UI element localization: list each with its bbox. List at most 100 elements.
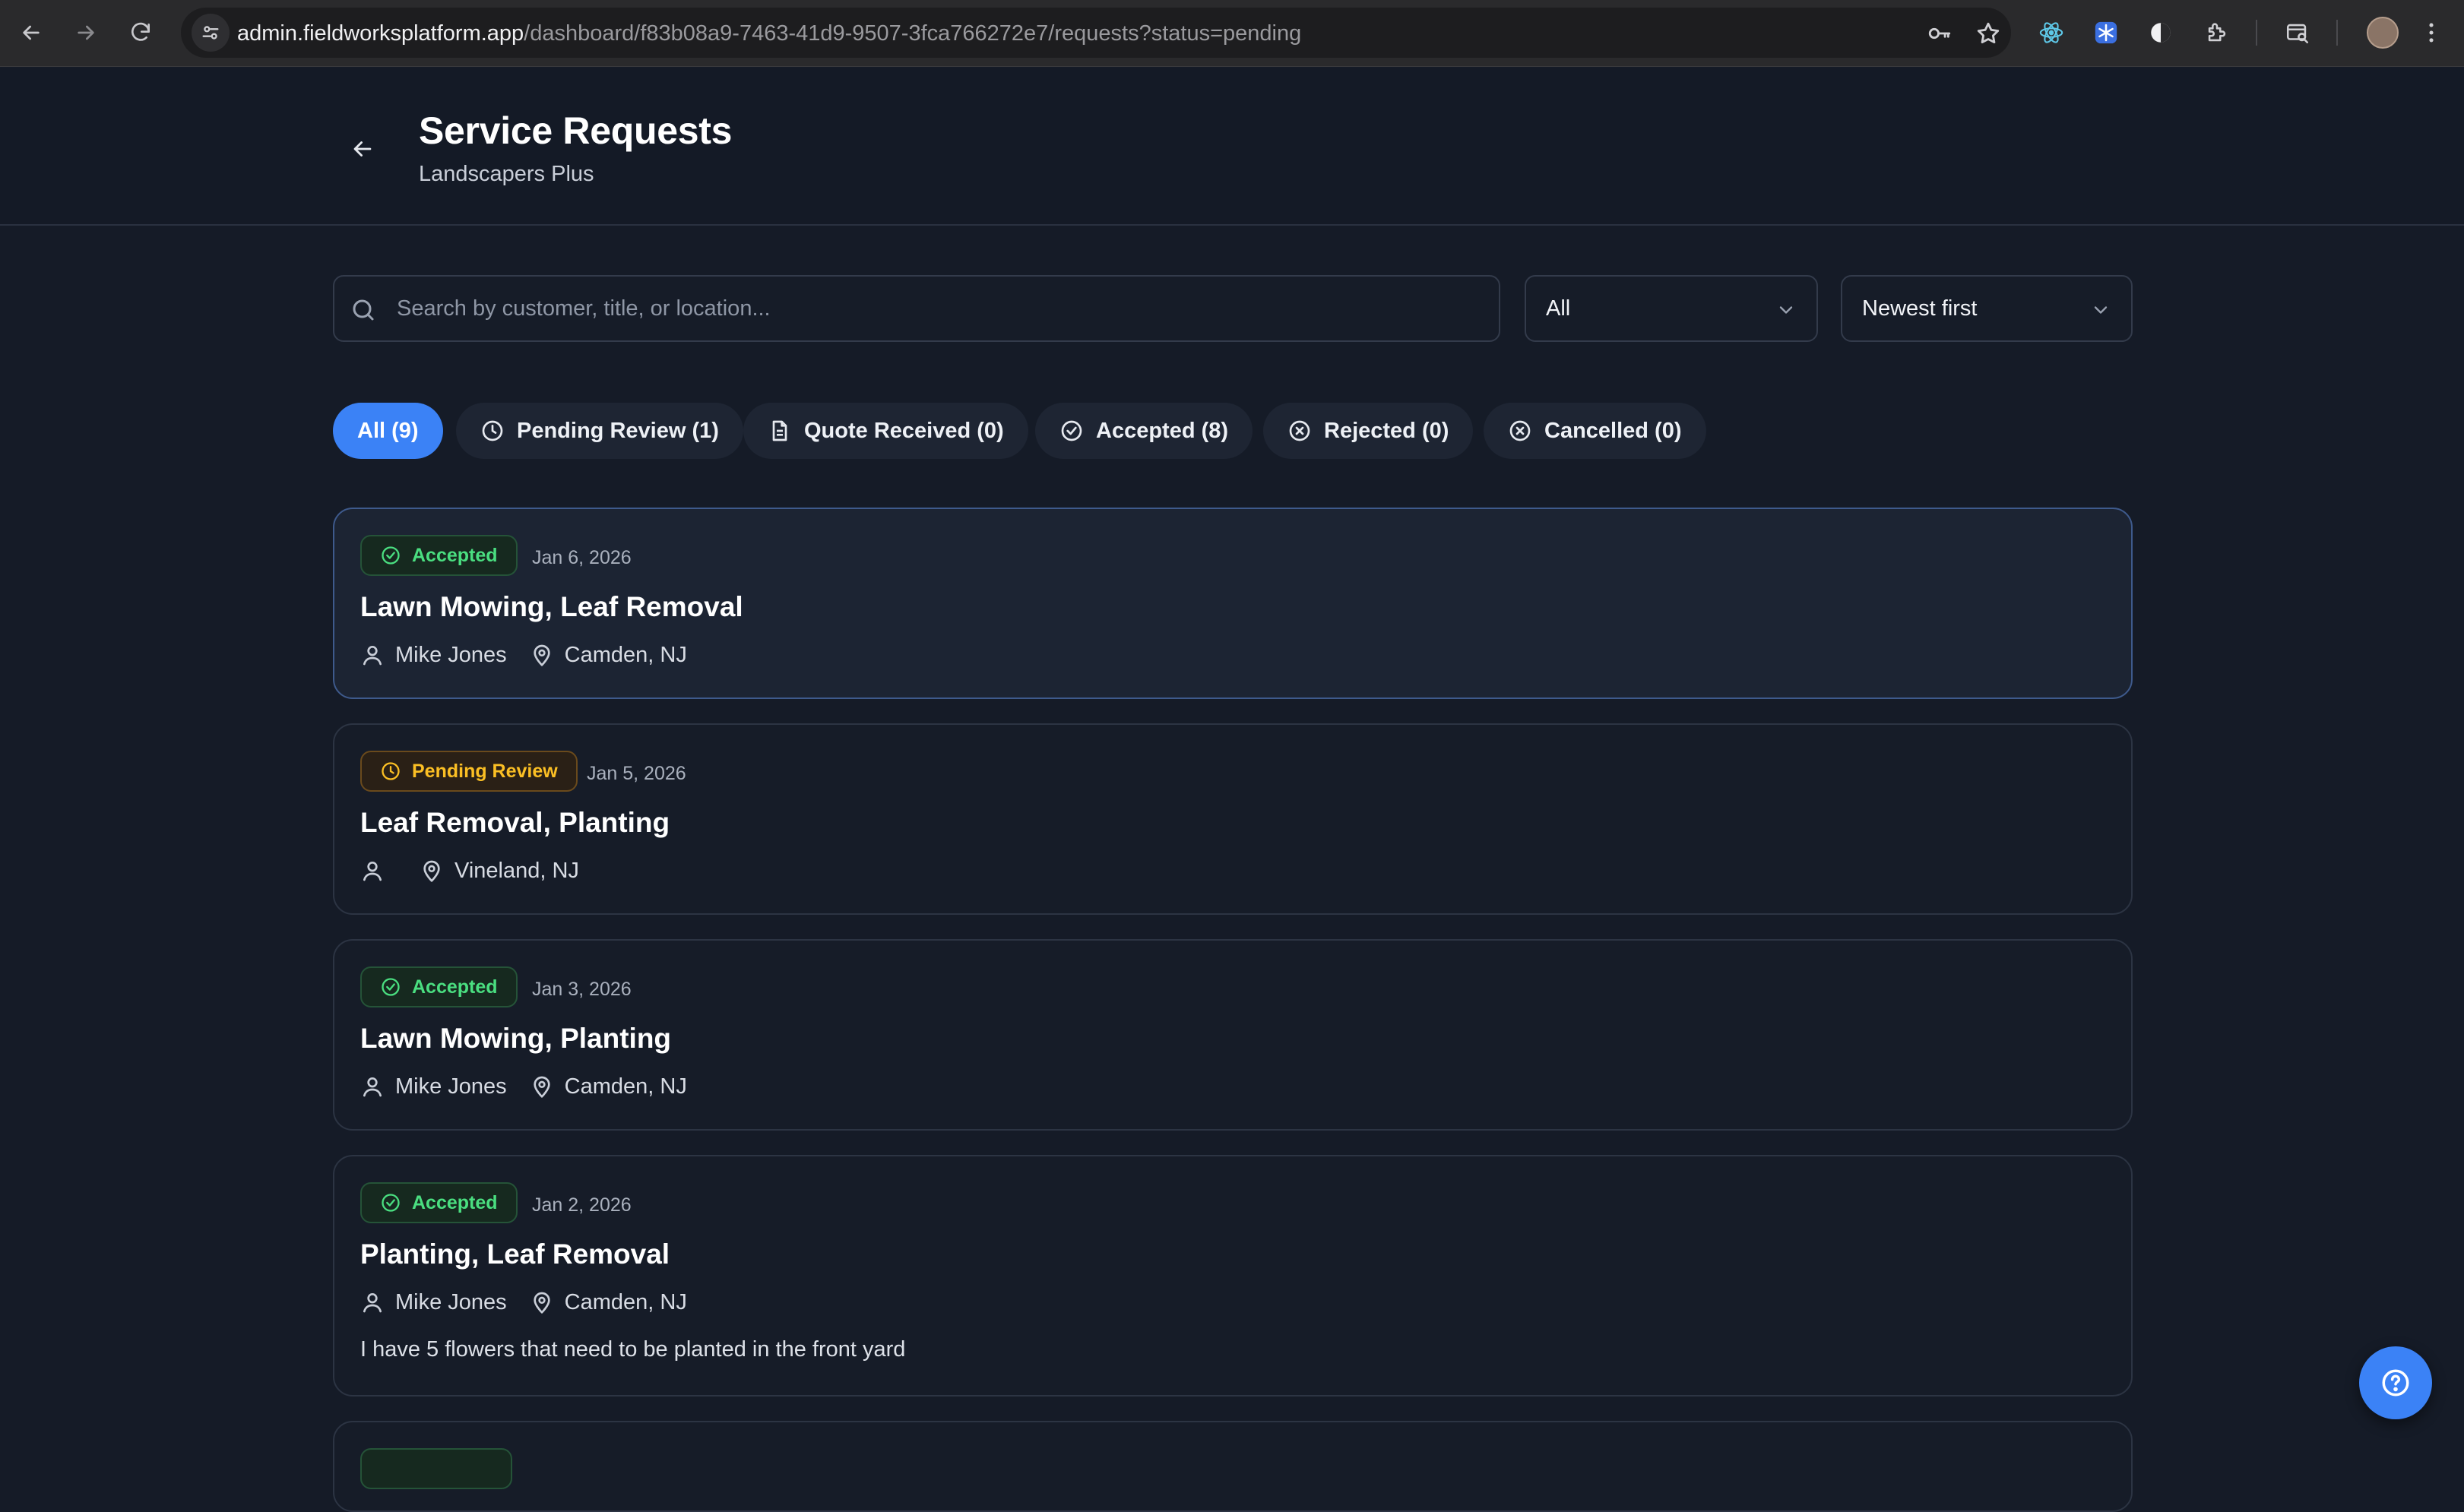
star-icon [1977, 22, 2000, 44]
request-date: Jan 5, 2026 [587, 763, 686, 784]
request-title: Lawn Mowing, Leaf Removal [360, 591, 743, 622]
page-header: Service Requests Landscapers Plus [0, 68, 2464, 226]
tab-label: Quote Received (0) [804, 418, 1004, 443]
arrow-left-icon [353, 141, 372, 157]
user-icon [363, 1077, 382, 1097]
document-icon [772, 420, 787, 441]
check-circle-icon [382, 546, 400, 565]
url-host: admin.fieldworksplatform.app [237, 21, 524, 46]
profile-avatar[interactable] [2367, 17, 2399, 49]
half-circle-extension-icon [2151, 23, 2171, 43]
tab-quote-received[interactable]: Quote Received (0) [743, 403, 1028, 459]
tab-search-button[interactable] [2280, 15, 2315, 50]
password-key-button[interactable] [1926, 20, 1953, 47]
status-badge: Accepted [360, 535, 518, 576]
site-info-button[interactable] [192, 14, 230, 52]
status-badge-label: Accepted [412, 976, 498, 998]
map-pin-icon [534, 644, 550, 666]
browser-menu-button[interactable] [2414, 15, 2449, 50]
help-button[interactable] [2359, 1346, 2464, 1419]
reload-icon [131, 22, 150, 41]
address-bar[interactable]: admin.fieldworksplatform.app/dashboard/f… [181, 8, 2011, 58]
search-input[interactable] [397, 277, 1476, 340]
chevron-down-icon [1779, 306, 1793, 314]
tab-rejected[interactable]: Rejected (0) [1263, 403, 1474, 459]
request-meta: Mike Jones Camden, NJ [360, 1287, 687, 1317]
toolbar-divider [2336, 20, 2338, 46]
extension-blue-button[interactable] [2089, 15, 2124, 50]
bookmark-button[interactable] [1975, 20, 2002, 47]
request-card[interactable]: Accepted Jan 6, 2026 Lawn Mowing, Leaf R… [333, 508, 2133, 699]
extension-circle-button[interactable] [2143, 15, 2178, 50]
clock-icon [482, 420, 503, 441]
toolbar-divider [2256, 20, 2257, 46]
check-circle-icon [382, 1194, 400, 1212]
url-path: /dashboard/f83b08a9-7463-41d9-9507-3fca7… [524, 21, 1302, 46]
request-title: Leaf Removal, Planting [360, 807, 670, 838]
search-box [333, 275, 1500, 342]
map-pin-icon [534, 1076, 550, 1098]
status-badge-label: Accepted [412, 1191, 498, 1213]
help-button-circle[interactable] [2359, 1346, 2432, 1419]
request-card[interactable]: Accepted Jan 2, 2026 Planting, Leaf Remo… [333, 1155, 2133, 1397]
window-search-icon [2286, 24, 2309, 44]
customer-name: Mike Jones [395, 1074, 507, 1099]
tab-label: Rejected (0) [1324, 418, 1449, 443]
request-date: Jan 6, 2026 [532, 547, 632, 568]
status-badge: Pending Review [360, 751, 578, 792]
tab-label: Accepted (8) [1096, 418, 1229, 443]
tab-cancelled[interactable]: Cancelled (0) [1484, 403, 1706, 459]
clock-icon [382, 762, 400, 780]
request-meta: Mike Jones Camden, NJ [360, 640, 687, 670]
request-card[interactable] [333, 1421, 2133, 1512]
status-badge: Accepted [360, 966, 518, 1007]
chevron-down-icon [2094, 306, 2108, 314]
customer-name: Mike Jones [395, 1289, 507, 1314]
status-badge [360, 1448, 512, 1489]
request-location: Camden, NJ [564, 642, 687, 667]
status-filter-value: All [1546, 296, 1571, 321]
request-title: Planting, Leaf Removal [360, 1238, 670, 1270]
tab-all[interactable]: All (9) [333, 403, 443, 459]
react-icon [2039, 22, 2063, 43]
tab-pending-review[interactable]: Pending Review (1) [456, 403, 743, 459]
check-circle-icon [1061, 420, 1082, 441]
request-meta: Vineland, NJ [360, 856, 579, 886]
x-circle-icon [1289, 420, 1310, 441]
request-title: Lawn Mowing, Planting [360, 1023, 672, 1054]
status-filter-select[interactable]: All [1525, 275, 1818, 342]
status-badge: Accepted [360, 1182, 518, 1223]
key-icon [1928, 27, 1951, 40]
arrow-right-icon [78, 25, 94, 40]
url-text: admin.fieldworksplatform.app/dashboard/f… [237, 21, 1301, 46]
status-badge-label: Accepted [412, 544, 498, 566]
request-location: Camden, NJ [564, 1074, 687, 1099]
request-date: Jan 3, 2026 [532, 979, 632, 1000]
request-location: Camden, NJ [564, 1289, 687, 1314]
tune-icon [202, 26, 219, 40]
tab-accepted[interactable]: Accepted (8) [1035, 403, 1253, 459]
arrow-left-icon [23, 25, 40, 40]
user-icon [363, 862, 382, 881]
extension-react-button[interactable] [2034, 15, 2069, 50]
request-location: Vineland, NJ [454, 858, 579, 883]
browser-forward-button[interactable] [68, 15, 103, 50]
snowflake-extension-icon [2095, 21, 2117, 44]
company-name: Landscapers Plus [419, 162, 594, 186]
browser-toolbar: admin.fieldworksplatform.app/dashboard/f… [0, 0, 2464, 67]
extensions-menu-button[interactable] [2200, 15, 2234, 50]
status-badge-label: Pending Review [412, 760, 558, 782]
map-pin-icon [534, 1292, 550, 1314]
back-button[interactable] [344, 130, 382, 168]
search-icon [353, 299, 374, 321]
request-card[interactable]: Accepted Jan 3, 2026 Lawn Mowing, Planti… [333, 939, 2133, 1131]
browser-reload-button[interactable] [123, 15, 158, 50]
browser-back-button[interactable] [14, 15, 49, 50]
request-card[interactable]: Pending Review Jan 5, 2026 Leaf Removal,… [333, 723, 2133, 915]
puzzle-icon [2208, 23, 2226, 42]
more-vertical-icon [2429, 23, 2434, 43]
tab-label: All (9) [357, 418, 419, 443]
tab-label: Pending Review (1) [517, 418, 719, 443]
sort-select[interactable]: Newest first [1841, 275, 2133, 342]
help-circle-icon [2382, 1369, 2409, 1397]
